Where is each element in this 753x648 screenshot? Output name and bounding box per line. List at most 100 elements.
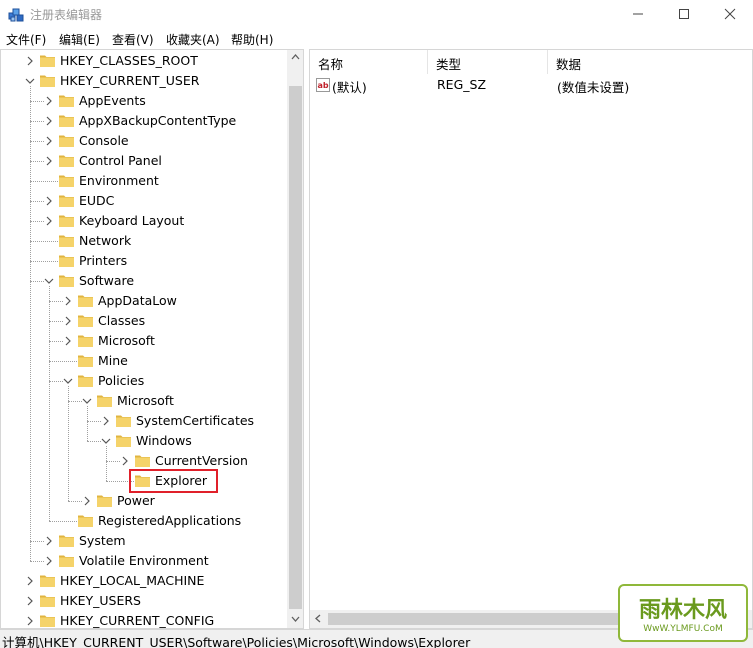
tree-item-label: Environment: [79, 173, 159, 188]
value-data: (数值未设置): [557, 80, 630, 95]
list-item[interactable]: ab (默认) REG_SZ (数值未设置): [310, 50, 750, 98]
folder-icon: [59, 95, 74, 107]
menu-edit[interactable]: 编辑(E): [59, 31, 100, 48]
folder-icon: [40, 615, 55, 627]
scroll-up-arrow-icon[interactable]: [291, 54, 300, 60]
chevron-right-icon[interactable]: [25, 615, 35, 627]
tree-item-software-11[interactable]: Software: [1, 271, 291, 291]
tree-item-appxbackupcontenttype-3[interactable]: AppXBackupContentType: [1, 111, 291, 131]
values-list-pane[interactable]: 名称 类型 数据 ab (默认) REG_SZ (数值未设置): [309, 49, 753, 629]
chevron-right-icon[interactable]: [63, 335, 73, 347]
tree-item-console-4[interactable]: Console: [1, 131, 291, 151]
chevron-right-icon[interactable]: [44, 215, 54, 227]
close-button[interactable]: [707, 0, 753, 28]
chevron-right-icon[interactable]: [44, 115, 54, 127]
folder-icon: [59, 275, 74, 287]
tree-item-label: Keyboard Layout: [79, 213, 185, 228]
tree-item-control-panel-5[interactable]: Control Panel: [1, 151, 291, 171]
chevron-right-icon[interactable]: [44, 195, 54, 207]
menu-help[interactable]: 帮助(H): [231, 31, 273, 48]
tree-item-label: RegisteredApplications: [98, 513, 242, 528]
tree-item-eudc-7[interactable]: EUDC: [1, 191, 291, 211]
chevron-right-icon[interactable]: [120, 455, 130, 467]
chevron-right-icon[interactable]: [63, 315, 73, 327]
tree-item-label: HKEY_CLASSES_ROOT: [60, 53, 198, 68]
chevron-right-icon[interactable]: [44, 135, 54, 147]
scroll-left-arrow-icon[interactable]: [315, 614, 321, 623]
folder-icon: [97, 395, 112, 407]
tree-vertical-scrollbar[interactable]: [287, 50, 303, 628]
chevron-down-icon[interactable]: [44, 275, 54, 287]
tree-item-classes-13[interactable]: Classes: [1, 311, 291, 331]
scroll-down-arrow-icon[interactable]: [291, 616, 300, 622]
folder-icon: [135, 455, 150, 467]
tree-item-hkey-users-27[interactable]: HKEY_USERS: [1, 591, 291, 611]
selection-highlight-box: [129, 469, 218, 493]
registry-editor-icon: [8, 8, 24, 22]
chevron-right-icon[interactable]: [25, 595, 35, 607]
chevron-right-icon[interactable]: [63, 295, 73, 307]
folder-icon: [59, 195, 74, 207]
folder-icon: [116, 415, 131, 427]
tree-item-network-9[interactable]: Network: [1, 231, 291, 251]
registry-editor-window: 注册表编辑器 文件(F) 编辑(E) 查看(V) 收藏夹(A) 帮助(H) HK…: [0, 0, 753, 648]
minimize-button[interactable]: [615, 0, 661, 28]
tree-item-hkey-local-machine-26[interactable]: HKEY_LOCAL_MACHINE: [1, 571, 291, 591]
chevron-right-icon[interactable]: [25, 55, 35, 67]
tree-item-currentversion-20[interactable]: CurrentVersion: [1, 451, 291, 471]
tree-item-policies-16[interactable]: Policies: [1, 371, 291, 391]
folder-icon: [97, 495, 112, 507]
tree-item-label: Network: [79, 233, 132, 248]
tree-item-volatile-environment-25[interactable]: Volatile Environment: [1, 551, 291, 571]
tree-item-microsoft-14[interactable]: Microsoft: [1, 331, 291, 351]
maximize-button[interactable]: [661, 0, 707, 28]
chevron-down-icon[interactable]: [82, 395, 92, 407]
chevron-right-icon[interactable]: [44, 95, 54, 107]
chevron-right-icon[interactable]: [101, 415, 111, 427]
chevron-right-icon[interactable]: [82, 495, 92, 507]
chevron-right-icon[interactable]: [44, 555, 54, 567]
site-watermark-logo: 雨林木风 WwW.YLMFU.CoM: [618, 584, 748, 642]
folder-icon: [59, 155, 74, 167]
tree-item-environment-6[interactable]: Environment: [1, 171, 291, 191]
tree-item-hkey-current-user-1[interactable]: HKEY_CURRENT_USER: [1, 71, 291, 91]
folder-icon: [40, 575, 55, 587]
tree-item-windows-19[interactable]: Windows: [1, 431, 291, 451]
title-bar[interactable]: 注册表编辑器: [0, 0, 753, 28]
tree-item-registeredapplications-23[interactable]: RegisteredApplications: [1, 511, 291, 531]
folder-icon: [59, 115, 74, 127]
chevron-right-icon[interactable]: [44, 155, 54, 167]
menu-file[interactable]: 文件(F): [6, 31, 46, 48]
tree-item-printers-10[interactable]: Printers: [1, 251, 291, 271]
menu-favorites[interactable]: 收藏夹(A): [166, 31, 220, 48]
chevron-right-icon[interactable]: [44, 535, 54, 547]
folder-icon: [59, 255, 74, 267]
tree-item-microsoft-17[interactable]: Microsoft: [1, 391, 291, 411]
folder-icon: [116, 435, 131, 447]
tree-item-mine-15[interactable]: Mine: [1, 351, 291, 371]
tree-item-systemcertificates-18[interactable]: SystemCertificates: [1, 411, 291, 431]
tree-item-label: System: [79, 533, 126, 548]
chevron-down-icon[interactable]: [25, 75, 35, 87]
tree-scrollbar-thumb[interactable]: [289, 86, 302, 609]
string-value-icon: ab: [316, 78, 330, 92]
folder-icon: [78, 315, 93, 327]
folder-icon: [59, 215, 74, 227]
tree-item-power-22[interactable]: Power: [1, 491, 291, 511]
tree-item-hkey-classes-root-0[interactable]: HKEY_CLASSES_ROOT: [1, 51, 291, 71]
chevron-right-icon[interactable]: [25, 575, 35, 587]
registry-tree-pane[interactable]: HKEY_CLASSES_ROOT HKEY_CURRENT_USER AppEve…: [0, 49, 304, 629]
tree-item-label: Power: [117, 493, 155, 508]
tree-item-system-24[interactable]: System: [1, 531, 291, 551]
close-icon: [724, 8, 736, 20]
tree-item-keyboard-layout-8[interactable]: Keyboard Layout: [1, 211, 291, 231]
tree-item-appevents-2[interactable]: AppEvents: [1, 91, 291, 111]
chevron-down-icon[interactable]: [63, 375, 73, 387]
tree-item-appdatalow-12[interactable]: AppDataLow: [1, 291, 291, 311]
tree-item-label: Mine: [98, 353, 128, 368]
tree-item-label: EUDC: [79, 193, 115, 208]
chevron-down-icon[interactable]: [101, 435, 111, 447]
menu-view[interactable]: 查看(V): [112, 31, 154, 48]
tree-item-label: Policies: [98, 373, 145, 388]
tree-item-hkey-current-config-28[interactable]: HKEY_CURRENT_CONFIG: [1, 611, 291, 628]
